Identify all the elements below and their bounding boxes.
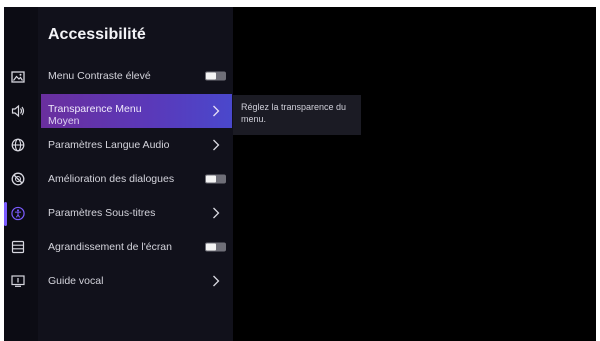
chevron-right-icon [213, 207, 220, 219]
menu-item-menu-transparency[interactable]: Transparence Menu Moyen [41, 94, 232, 128]
active-category-indicator [4, 202, 7, 226]
speaker-icon[interactable] [11, 104, 25, 118]
menu-item-value: Moyen [48, 115, 80, 127]
toggle-knob [206, 243, 216, 251]
menu-item-high-contrast[interactable]: Menu Contraste élevé [41, 59, 232, 93]
chevron-right-icon [213, 275, 220, 287]
list-icon[interactable] [11, 240, 25, 254]
menu-item-label: Menu Contraste élevé [48, 70, 151, 82]
menu-item-voice-guide[interactable]: Guide vocal [41, 264, 232, 298]
page-title: Accessibilité [48, 26, 146, 43]
menu-item-dialogue-enhancement[interactable]: Amélioration des dialogues [41, 162, 232, 196]
toggle-knob [206, 175, 216, 183]
globe-icon[interactable] [11, 138, 25, 152]
chevron-right-icon [213, 105, 220, 117]
menu-item-subtitles[interactable]: Paramètres Sous-titres [41, 196, 232, 230]
menu-item-label: Paramètres Sous-titres [48, 207, 156, 219]
screen-magnification-toggle[interactable] [205, 242, 226, 252]
toggle-knob [206, 72, 216, 80]
tv-info-icon[interactable] [11, 274, 25, 288]
dialogue-enhancement-toggle[interactable] [205, 174, 226, 184]
help-tooltip: Réglez la transparence du menu. [233, 95, 361, 135]
menu-item-audio-language[interactable]: Paramètres Langue Audio [41, 128, 232, 162]
no-disturb-icon[interactable] [11, 172, 25, 186]
chevron-right-icon [213, 139, 220, 151]
high-contrast-toggle[interactable] [205, 71, 226, 81]
menu-item-label: Agrandissement de l'écran [48, 241, 172, 253]
menu-item-label: Amélioration des dialogues [48, 173, 175, 185]
menu-item-screen-magnification[interactable]: Agrandissement de l'écran [41, 230, 232, 264]
picture-icon[interactable] [11, 70, 25, 84]
menu-item-label: Guide vocal [48, 275, 104, 287]
accessibility-icon[interactable] [11, 206, 25, 220]
menu-item-label: Transparence Menu [48, 103, 142, 115]
menu-item-label: Paramètres Langue Audio [48, 139, 170, 151]
